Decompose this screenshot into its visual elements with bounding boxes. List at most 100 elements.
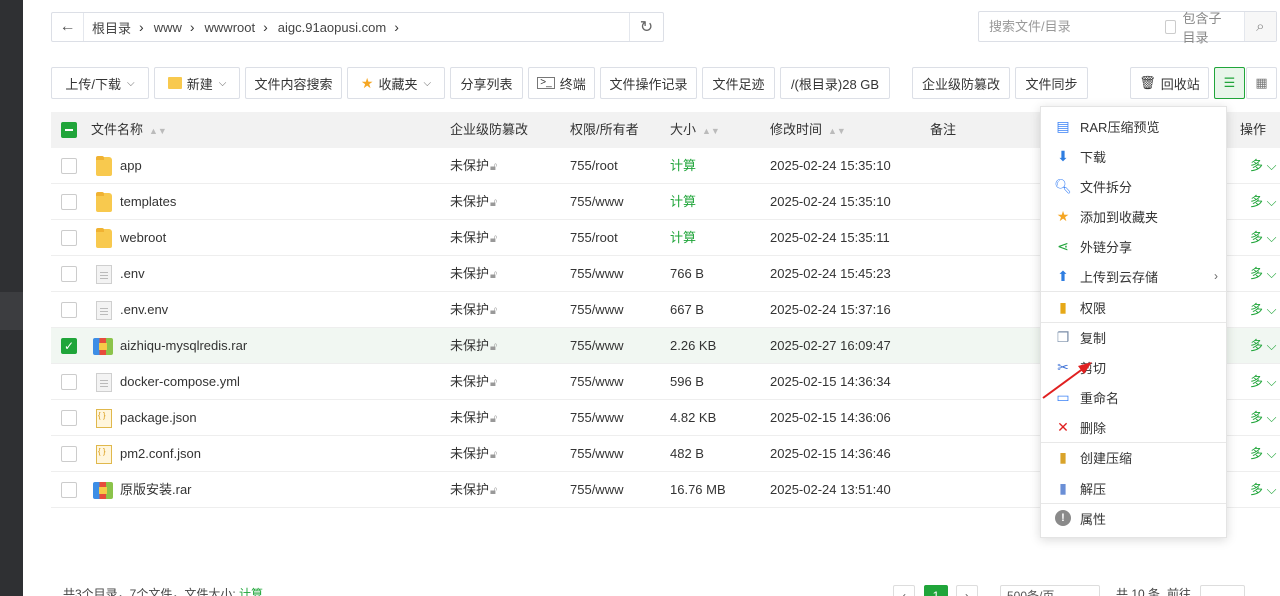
search-input[interactable] <box>979 19 1165 34</box>
tamper-status[interactable]: 未保护🔓︎ <box>450 400 497 436</box>
tamper-status[interactable]: 未保护🔓︎ <box>450 436 497 472</box>
breadcrumb-www[interactable]: www <box>154 20 182 35</box>
upload-download-button[interactable]: 上传/下载 ⌵ <box>51 67 149 99</box>
row-checkbox[interactable] <box>61 230 77 246</box>
select-all-checkbox[interactable] <box>61 122 77 138</box>
more-dropdown[interactable]: 多 ⌵ <box>1250 400 1277 436</box>
content-search-button[interactable]: 文件内容搜索 <box>245 67 342 99</box>
menu-item[interactable]: ! 属性 <box>1041 503 1226 533</box>
op-log-button[interactable]: 文件操作记录 <box>600 67 697 99</box>
menu-item[interactable]: ✕ 删除 <box>1041 412 1226 442</box>
file-name[interactable]: .env <box>120 256 145 292</box>
file-name[interactable]: app <box>120 148 142 184</box>
menu-item[interactable]: ★ 添加到收藏夹 <box>1041 201 1226 231</box>
file-size[interactable]: 计算 <box>670 148 696 184</box>
goto-page-input[interactable] <box>1200 585 1245 596</box>
file-name[interactable]: package.json <box>120 400 197 436</box>
prev-page-button[interactable]: ‹ <box>893 585 915 596</box>
permission-owner[interactable]: 755/www <box>570 292 623 328</box>
permission-owner[interactable]: 755/www <box>570 472 623 508</box>
row-checkbox[interactable] <box>61 482 77 498</box>
tamper-status[interactable]: 未保护🔓︎ <box>450 220 497 256</box>
more-dropdown[interactable]: 多 ⌵ <box>1250 328 1277 364</box>
include-subdir-option[interactable]: 包含子目录 <box>1165 8 1234 46</box>
column-mtime[interactable]: 修改时间 ▲▼ <box>770 112 846 148</box>
tamper-status[interactable]: 未保护🔓︎ <box>450 292 497 328</box>
file-name[interactable]: pm2.conf.json <box>120 436 201 472</box>
list-view-icon[interactable]: ☰ <box>1214 67 1245 99</box>
disk-usage-button[interactable]: /(根目录)28 GB <box>780 67 890 99</box>
permission-owner[interactable]: 755/www <box>570 256 623 292</box>
permission-owner[interactable]: 755/www <box>570 364 623 400</box>
sidebar-active-item[interactable] <box>0 292 23 330</box>
menu-item[interactable]: ⬇ 下载 <box>1041 141 1226 171</box>
row-checkbox[interactable] <box>61 158 77 174</box>
menu-item[interactable]: ▮ 创建压缩 <box>1041 442 1226 472</box>
refresh-icon[interactable]: ↻ <box>629 13 663 41</box>
menu-item[interactable]: ▤ RAR压缩预览 <box>1041 111 1226 141</box>
page-size-select[interactable]: 500条/页 <box>1000 585 1100 596</box>
file-size[interactable]: 计算 <box>670 184 696 220</box>
file-size[interactable]: 计算 <box>670 220 696 256</box>
tamper-status[interactable]: 未保护🔓︎ <box>450 184 497 220</box>
more-dropdown[interactable]: 多 ⌵ <box>1250 436 1277 472</box>
file-name[interactable]: webroot <box>120 220 166 256</box>
permission-owner[interactable]: 755/www <box>570 436 623 472</box>
permission-owner[interactable]: 755/www <box>570 400 623 436</box>
file-name[interactable]: .env.env <box>120 292 168 328</box>
permission-owner[interactable]: 755/root <box>570 220 618 256</box>
row-checkbox[interactable] <box>61 266 77 282</box>
row-checkbox[interactable] <box>61 302 77 318</box>
terminal-button[interactable]: >_ 终端 <box>528 67 595 99</box>
more-dropdown[interactable]: 多 ⌵ <box>1250 292 1277 328</box>
footer-calc-link[interactable]: 计算 <box>239 587 263 596</box>
tamper-protection-button[interactable]: 企业级防篡改 <box>912 67 1010 99</box>
grid-view-icon[interactable]: ▦ <box>1246 67 1277 99</box>
tamper-status[interactable]: 未保护🔓︎ <box>450 472 497 508</box>
more-dropdown[interactable]: 多 ⌵ <box>1250 148 1277 184</box>
tamper-status[interactable]: 未保护🔓︎ <box>450 256 497 292</box>
tamper-status[interactable]: 未保护🔓︎ <box>450 148 497 184</box>
menu-item[interactable]: 🔍︎ 文件拆分 <box>1041 171 1226 201</box>
row-checkbox[interactable]: ✓ <box>61 338 77 354</box>
more-dropdown[interactable]: 多 ⌵ <box>1250 364 1277 400</box>
more-dropdown[interactable]: 多 ⌵ <box>1250 220 1277 256</box>
row-checkbox[interactable] <box>61 194 77 210</box>
menu-item[interactable]: ⋖ 外链分享 <box>1041 231 1226 261</box>
column-name[interactable]: 文件名称 ▲▼ <box>91 112 167 148</box>
menu-item[interactable]: ▮ 解压 <box>1041 473 1226 503</box>
search-icon[interactable]: ⌕ <box>1243 12 1276 41</box>
share-list-button[interactable]: 分享列表 <box>450 67 523 99</box>
next-page-button[interactable]: › <box>956 585 978 596</box>
chevron-right-icon[interactable]: › <box>394 19 399 35</box>
row-checkbox[interactable] <box>61 410 77 426</box>
row-checkbox[interactable] <box>61 446 77 462</box>
back-arrow-icon[interactable]: ← <box>52 13 84 41</box>
file-sync-button[interactable]: 文件同步 <box>1015 67 1088 99</box>
file-name[interactable]: templates <box>120 184 176 220</box>
breadcrumb-root[interactable]: 根目录 <box>92 18 131 37</box>
more-dropdown[interactable]: 多 ⌵ <box>1250 256 1277 292</box>
include-subdir-checkbox[interactable] <box>1165 19 1177 34</box>
row-checkbox[interactable] <box>61 374 77 390</box>
permission-owner[interactable]: 755/root <box>570 148 618 184</box>
recycle-bin-button[interactable]: 🗑 回收站 <box>1130 67 1209 99</box>
new-button[interactable]: 新建 ⌵ <box>154 67 240 99</box>
footprint-button[interactable]: 文件足迹 <box>702 67 775 99</box>
page-current[interactable]: 1 <box>924 585 948 596</box>
column-size[interactable]: 大小 ▲▼ <box>670 112 720 148</box>
tamper-status[interactable]: 未保护🔓︎ <box>450 364 497 400</box>
tamper-status[interactable]: 未保护🔓︎ <box>450 328 497 364</box>
breadcrumb-wwwroot[interactable]: wwwroot <box>205 20 256 35</box>
favorites-button[interactable]: ★ 收藏夹 ⌵ <box>347 67 445 99</box>
permission-owner[interactable]: 755/www <box>570 184 623 220</box>
more-dropdown[interactable]: 多 ⌵ <box>1250 184 1277 220</box>
file-name[interactable]: aizhiqu-mysqlredis.rar <box>120 328 247 364</box>
menu-item[interactable]: ▮ 权限 <box>1041 292 1226 322</box>
breadcrumb-site[interactable]: aigc.91aopusi.com <box>278 20 386 35</box>
menu-item[interactable]: ⬆ 上传到云存储 › <box>1041 261 1226 291</box>
file-name[interactable]: docker-compose.yml <box>120 364 240 400</box>
more-dropdown[interactable]: 多 ⌵ <box>1250 472 1277 508</box>
permission-owner[interactable]: 755/www <box>570 328 623 364</box>
menu-item[interactable]: ❐ 复制 <box>1041 322 1226 352</box>
